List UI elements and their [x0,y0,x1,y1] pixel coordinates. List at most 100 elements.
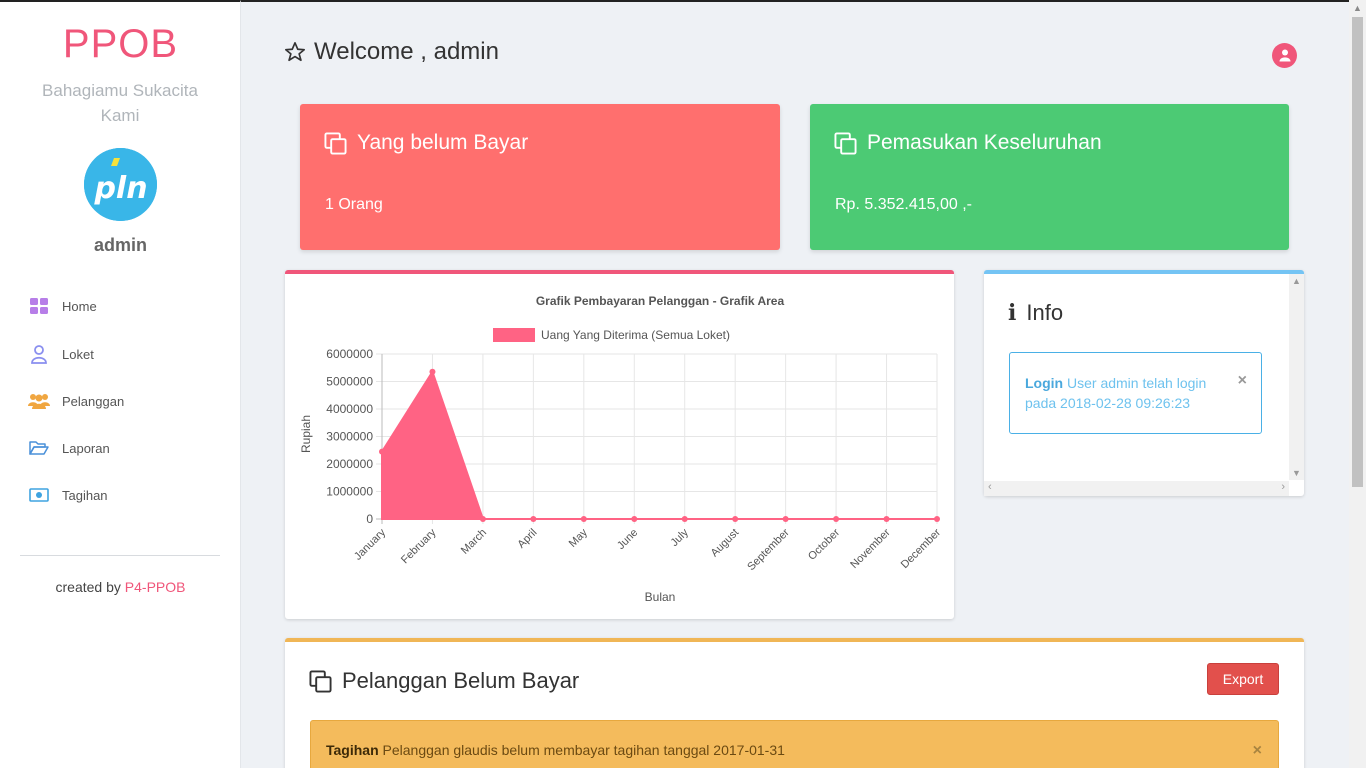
info-icon: i [1008,300,1017,326]
data-point [429,368,436,375]
chart-title: Grafik Pembayaran Pelanggan - Grafik Are… [536,294,785,308]
credit-link[interactable]: P4-PPOB [125,579,186,595]
brand-title: PPOB [62,22,179,66]
star-icon [285,42,305,62]
scroll-right-icon[interactable]: › [1281,481,1285,493]
unpaid-stat-card: Yang belum Bayar 1 Orang [300,104,780,250]
page-scroll-up-icon[interactable]: ▲ [1353,3,1362,13]
info-vertical-scrollbar[interactable]: ▲ ▼ [1289,274,1304,480]
data-point [580,516,587,522]
area-fill [381,369,937,520]
sidebar-item-label: Laporan [62,440,110,456]
data-point [782,516,789,522]
copy-icon [324,131,347,155]
copy-icon [834,131,857,155]
unpaid-panel-title: Pelanggan Belum Bayar [309,668,579,694]
scroll-up-icon[interactable]: ▲ [1292,276,1301,286]
sidebar-item-label: Pelanggan [62,393,125,409]
money-icon [28,485,50,505]
sidebar-item-label: Loket [62,346,94,362]
brand-tagline: Bahagiamu Sukacita Kami [42,81,198,125]
export-button[interactable]: Export [1207,663,1279,695]
sidebar-item-home[interactable]: Home [28,294,97,318]
pln-logo-icon: pln [84,148,157,221]
x-tick-label: June [615,527,640,552]
y-tick-label: 1000000 [326,485,373,499]
info-alert-close-button[interactable]: × [1238,371,1247,391]
x-tick-label: July [669,526,692,549]
sidebar-item-pelanggan[interactable]: Pelanggan [28,389,124,413]
data-point [631,516,638,522]
y-tick-label: 0 [366,512,373,526]
sidebar-item-tagihan[interactable]: Tagihan [28,483,108,507]
income-stat-value: Rp. 5.352.415,00 ,- [835,196,972,213]
unpaid-panel-title-text: Pelanggan Belum Bayar [342,668,580,693]
folder-open-icon [28,438,50,458]
data-point [681,516,688,522]
page-scrollbar[interactable]: ▲ [1349,0,1366,768]
page-title: Welcome , admin [284,38,499,66]
users-icon [28,391,50,411]
data-point [479,516,486,522]
login-info-alert: Login User admin telah login pada 2018-0… [1009,352,1262,434]
unpaid-customers-panel: Pelanggan Belum Bayar Export Tagihan Pel… [285,638,1304,768]
data-point [732,516,739,522]
page-scroll-thumb[interactable] [1352,17,1363,487]
y-tick-label: 5000000 [326,375,373,389]
x-tick-label: August [709,527,742,560]
credit-prefix: created by [55,579,125,595]
x-tick-label: January [352,526,389,563]
sidebar-item-label: Home [62,298,97,314]
sidebar-item-laporan[interactable]: Laporan [28,436,110,460]
user-icon [1279,49,1290,62]
page-title-text: Welcome , admin [314,38,499,65]
income-stat-title: Pemasukan Keseluruhan [834,131,1102,155]
chart-y-ticks: 6000000 5000000 4000000 3000000 2000000 10000… [326,347,373,526]
warn-alert-close-button[interactable]: × [1253,742,1262,760]
chart-x-axis-label: Bulan [645,590,676,604]
chart-y-axis-label: Rupiah [299,415,313,453]
x-tick-label: November [848,526,893,571]
chart-legend-label: Uang Yang Diterima (Semua Loket) [541,328,730,342]
scroll-down-icon[interactable]: ▼ [1292,468,1301,478]
x-tick-label: April [515,527,539,551]
payment-chart-panel: Grafik Pembayaran Pelanggan - Grafik Are… [285,270,954,619]
scroll-left-icon[interactable]: ‹ [988,481,992,493]
credit-text: created by P4-PPOB [0,579,241,595]
y-tick-label: 6000000 [326,347,373,361]
user-outline-icon [28,344,50,364]
unpaid-stat-title: Yang belum Bayar [324,131,528,155]
unpaid-bill-alert: Tagihan Pelanggan glaudis belum membayar… [310,720,1279,768]
info-horizontal-scrollbar[interactable]: ‹ › [984,481,1289,496]
y-tick-label: 2000000 [326,457,373,471]
unpaid-stat-value: 1 Orang [325,196,383,213]
data-point [883,516,890,522]
unpaid-stat-label: Yang belum Bayar [357,131,529,154]
x-tick-label: February [399,526,439,566]
data-point [530,516,537,522]
info-title-text: Info [1026,300,1064,325]
pln-logo: pln [84,148,157,221]
info-panel: i Info Login User admin telah login pada… [984,270,1304,496]
y-tick-label: 3000000 [326,430,373,444]
warn-alert-bold: Tagihan [326,742,379,758]
info-panel-title: i Info [1008,300,1063,326]
data-point [379,448,385,455]
data-point [934,516,940,522]
chart-x-ticks: January February March April May June July Augu… [352,526,943,573]
user-menu-button[interactable] [1272,43,1297,68]
sidebar: PPOB Bahagiamu Sukacita Kami pln admin H… [0,0,241,768]
info-alert-bold: Login [1025,375,1064,391]
x-tick-label: March [459,527,489,557]
grid-icon [28,296,50,316]
y-tick-label: 4000000 [326,402,373,416]
copy-icon [309,669,332,693]
logo-text: pln [93,171,147,206]
sidebar-item-label: Tagihan [62,487,108,503]
income-stat-label: Pemasukan Keseluruhan [867,131,1102,154]
payment-area-chart: Grafik Pembayaran Pelanggan - Grafik Are… [299,294,943,604]
sidebar-item-loket[interactable]: Loket [28,342,94,366]
x-tick-label: December [899,526,944,571]
sidebar-divider [20,555,220,556]
chart-area-series [379,368,940,522]
